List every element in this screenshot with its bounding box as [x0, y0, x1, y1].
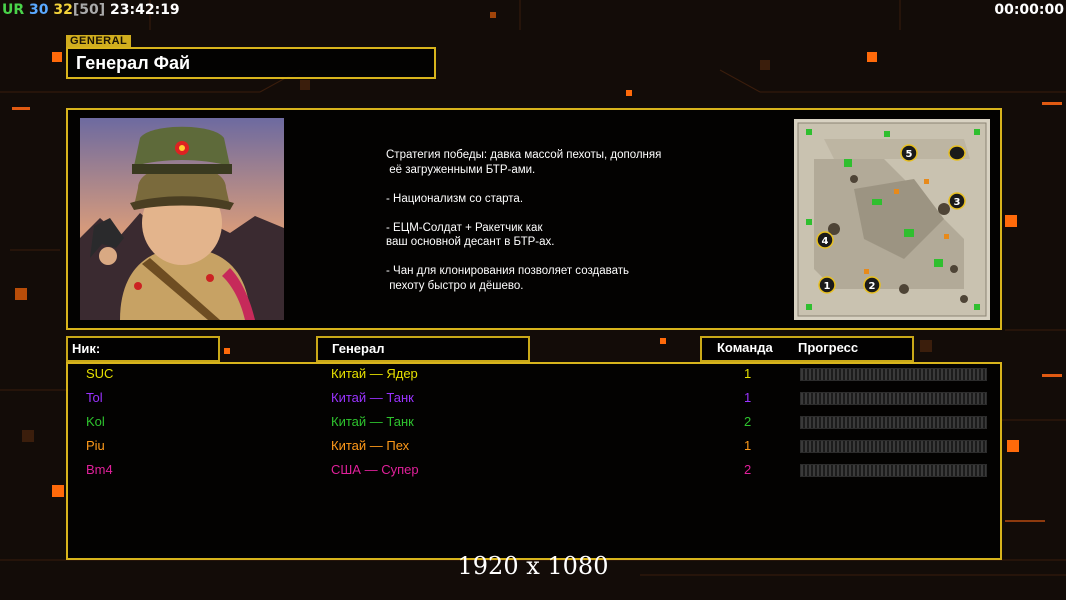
player-row[interactable]: SUC Китай — Ядер 1: [68, 366, 998, 390]
player-progress-bar: [800, 368, 987, 381]
map-start-4: 4: [822, 236, 829, 247]
general-portrait-icon: [80, 118, 284, 320]
player-general: Китай — Танк: [331, 390, 414, 405]
player-team: 1: [744, 366, 752, 381]
hud-ur-label: UR: [2, 2, 25, 18]
hud-clock: 23:42:19: [110, 2, 180, 18]
general-name: Генерал Фай: [76, 53, 191, 73]
player-nick: Bm4: [86, 462, 113, 477]
map-start-3: 3: [954, 197, 961, 208]
player-nick: Tol: [86, 390, 103, 405]
player-nick: Kol: [86, 414, 105, 429]
player-team: 1: [744, 438, 752, 453]
player-team: 2: [744, 414, 752, 429]
player-progress-bar: [800, 464, 987, 477]
header-nick: Ник:: [72, 341, 101, 356]
player-nick: SUC: [86, 366, 114, 381]
general-description: Стратегия победы: давка массой пехоты, д…: [386, 149, 662, 292]
resolution-label: 1920 x 1080: [457, 552, 609, 580]
player-row[interactable]: Kol Китай — Танк 2: [68, 414, 998, 438]
map-start-5: 5: [906, 149, 913, 160]
minimap-icon[interactable]: 1 2 3 4 5: [794, 119, 990, 320]
player-progress-bar: [800, 392, 987, 405]
hud-value-c: [50]: [72, 2, 106, 18]
player-team: 1: [744, 390, 752, 405]
player-general: Китай — Пех: [331, 438, 410, 453]
player-general: Китай — Ядер: [331, 366, 418, 381]
map-start-2: 2: [869, 281, 876, 292]
header-team: Команда: [717, 340, 773, 355]
player-row[interactable]: Tol Китай — Танк 1: [68, 390, 998, 414]
header-progress: Прогресс: [798, 340, 859, 355]
player-team: 2: [744, 462, 752, 477]
player-row[interactable]: Piu Китай — Пех 1: [68, 438, 998, 462]
hud-value-b: 32: [53, 2, 73, 18]
player-nick: Piu: [86, 438, 105, 453]
player-general: США — Супер: [331, 462, 419, 477]
player-progress-bar: [800, 416, 987, 429]
player-general: Китай — Танк: [331, 414, 414, 429]
hud-timer: 00:00:00: [994, 2, 1064, 18]
header-general: Генерал: [332, 341, 385, 356]
hud-stats: UR 30 32[50] 23:42:19: [2, 2, 180, 18]
hud-value-a: 30: [29, 2, 49, 18]
map-start-1: 1: [824, 281, 831, 292]
player-progress-bar: [800, 440, 987, 453]
player-row[interactable]: Bm4 США — Супер 2: [68, 462, 998, 486]
